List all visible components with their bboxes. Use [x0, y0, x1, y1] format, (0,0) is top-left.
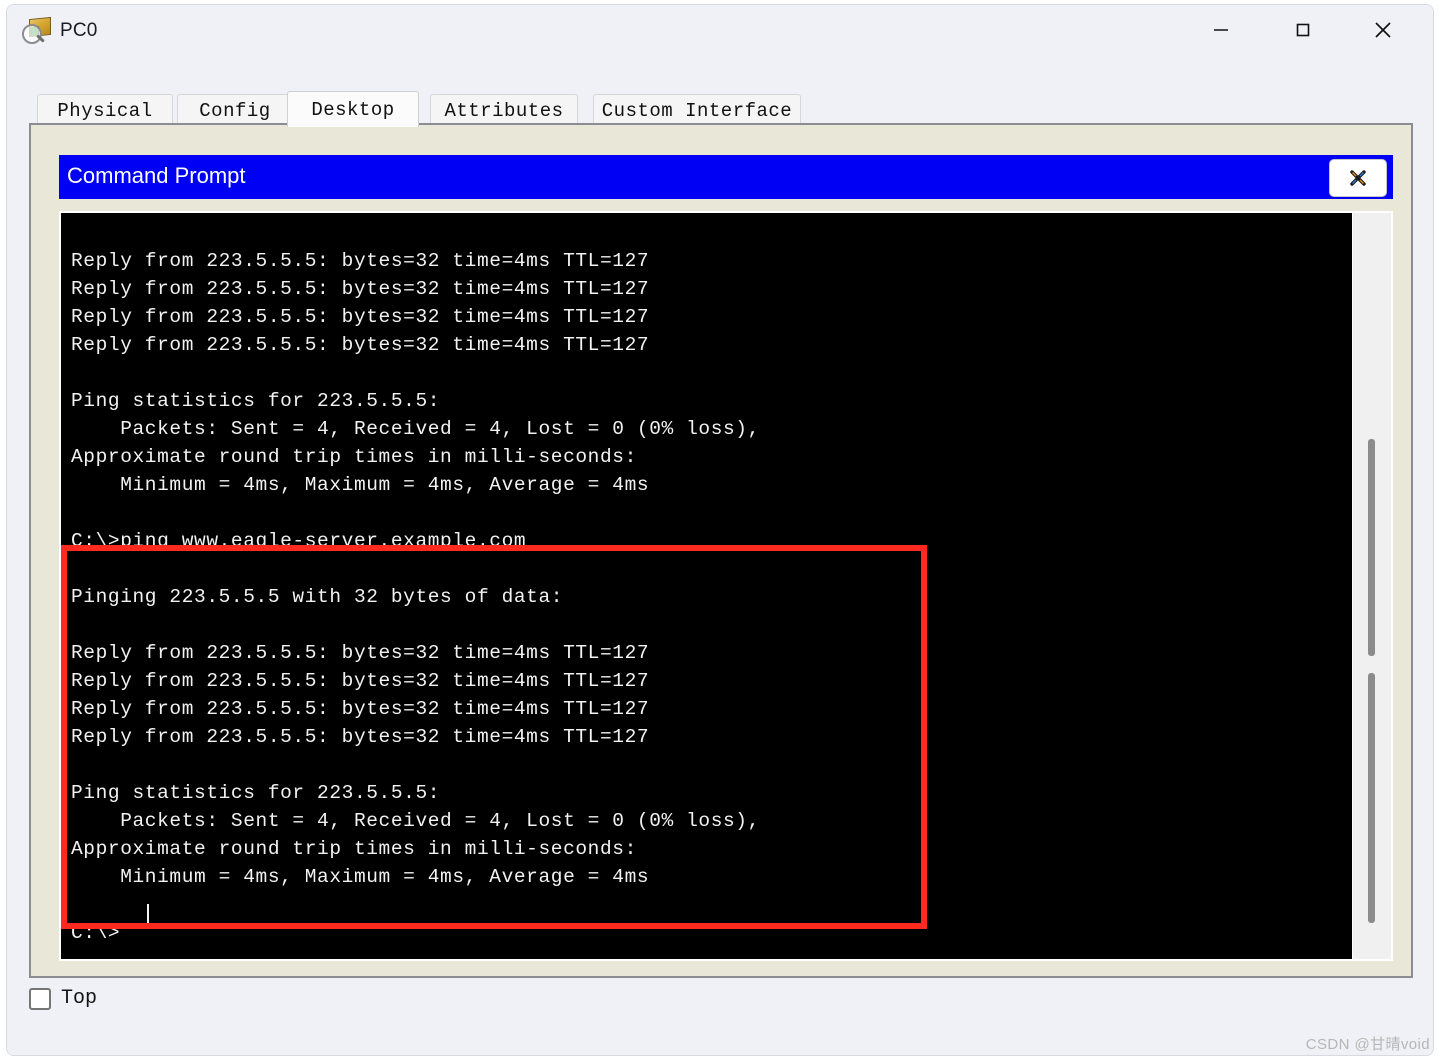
tab-desktop[interactable]: Desktop — [287, 91, 419, 127]
watermark: CSDN @甘晴void — [1305, 1036, 1430, 1053]
window-title: PC0 — [60, 20, 98, 41]
scrollbar-thumb-upper[interactable] — [1368, 439, 1375, 656]
tab-strip: Physical Config Desktop Attributes Custo… — [7, 91, 1433, 127]
command-prompt-titlebar: Command Prompt — [59, 155, 1393, 199]
tab-custom-interface-label: Custom Interface — [601, 100, 793, 122]
tab-physical-label: Physical — [57, 100, 153, 122]
terminal-cursor — [147, 904, 149, 923]
device-inspect-icon — [21, 16, 51, 46]
window-titlebar: PC0 — [7, 5, 1433, 63]
command-prompt-close-button[interactable] — [1329, 159, 1387, 197]
close-button[interactable] — [1349, 5, 1417, 55]
command-prompt-window: Command Prompt Reply from 223.5.5.5: byt… — [59, 155, 1393, 961]
terminal-text: Reply from 223.5.5.5: bytes=32 time=4ms … — [71, 249, 760, 944]
close-icon — [1375, 22, 1391, 38]
top-checkbox[interactable] — [29, 987, 51, 1010]
maximize-icon — [1296, 23, 1310, 37]
terminal-output-area[interactable]: Reply from 223.5.5.5: bytes=32 time=4ms … — [61, 213, 1352, 959]
tab-attributes-label: Attributes — [444, 100, 564, 122]
tab-config-label: Config — [199, 100, 271, 122]
close-x-icon — [1350, 170, 1366, 186]
minimize-icon — [1214, 29, 1228, 31]
pc0-window: PC0 Physical Config Desktop Attributes C… — [6, 4, 1434, 1056]
scrollbar-thumb-lower[interactable] — [1368, 673, 1375, 923]
desktop-panel: Command Prompt Reply from 223.5.5.5: byt… — [29, 123, 1413, 978]
top-checkbox-row: Top — [29, 987, 97, 1010]
minimize-button[interactable] — [1187, 5, 1255, 55]
window-title-group: PC0 — [21, 16, 98, 46]
terminal-frame: Reply from 223.5.5.5: bytes=32 time=4ms … — [59, 211, 1393, 961]
bottom-bar: Top — [7, 979, 1433, 1055]
tab-desktop-label: Desktop — [311, 98, 395, 121]
terminal-scrollbar[interactable] — [1353, 213, 1391, 959]
command-prompt-title: Command Prompt — [67, 163, 246, 188]
top-checkbox-label: Top — [61, 987, 98, 1010]
maximize-button[interactable] — [1269, 5, 1337, 55]
